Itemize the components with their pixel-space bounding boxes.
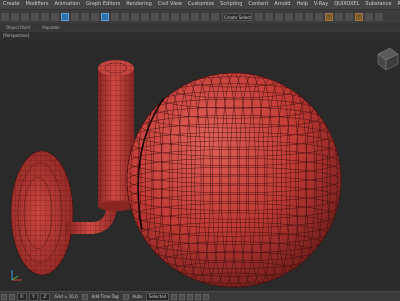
viewport-label[interactable]: [Perspective] [3, 33, 29, 38]
align-icon[interactable] [265, 12, 273, 21]
pivot-center-icon[interactable] [151, 12, 159, 21]
selection-filter-icon[interactable] [51, 12, 59, 21]
x-coordinate-field[interactable]: X: [17, 292, 28, 301]
scale-icon[interactable] [121, 12, 129, 21]
named-selection-dropdown[interactable]: Create Selection Se [222, 12, 252, 21]
menu-item-animation[interactable]: Animation [51, 0, 83, 9]
manipulate-icon[interactable] [161, 12, 169, 21]
menu-item-v-ray[interactable]: V-Ray [311, 0, 331, 9]
menu-item-content[interactable]: Content [245, 0, 271, 9]
lock-selection-icon[interactable] [1, 293, 7, 300]
auto-key-icon[interactable] [122, 293, 129, 300]
menu-item-graph-editors[interactable]: Graph Editors [83, 0, 123, 9]
tab-populate[interactable]: Populate [36, 25, 65, 30]
auto-key-label[interactable]: Auto [133, 294, 142, 299]
undo-icon[interactable] [1, 12, 9, 21]
menu-item-customize[interactable]: Customize [185, 0, 217, 9]
add-time-tag-icon[interactable] [81, 293, 88, 300]
menu-item-create[interactable]: Create [0, 0, 23, 9]
menu-item-retopology[interactable]: Retopology [395, 0, 400, 9]
ribbon-icon[interactable] [295, 12, 303, 21]
render-production-icon[interactable] [355, 12, 363, 21]
wall-plate-mesh[interactable] [10, 150, 74, 276]
menu-item-substance[interactable]: Substance [362, 0, 394, 9]
ribbon-subtabs: Object Paint Populate [0, 23, 400, 31]
schematic-view-icon[interactable] [315, 12, 323, 21]
selected-dropdown[interactable]: Selected [145, 292, 170, 301]
add-time-tag-label[interactable]: Add Time Tag [92, 294, 119, 299]
rendered-frame-icon[interactable] [345, 12, 353, 21]
play-icon[interactable] [171, 293, 178, 300]
toggle-scene-explorer-icon[interactable] [275, 12, 283, 21]
unlink-icon[interactable] [31, 12, 39, 21]
next-frame-icon[interactable] [179, 293, 186, 300]
absolute-mode-icon[interactable] [9, 293, 15, 300]
select-icon[interactable] [61, 12, 69, 21]
window-crossing-icon[interactable] [91, 12, 99, 21]
menu-item-quixoxel[interactable]: QUIXOXEL [331, 0, 362, 9]
material-editor-icon[interactable] [325, 12, 333, 21]
spinner-snap-icon[interactable] [211, 12, 219, 21]
vray-icon[interactable] [375, 12, 383, 21]
grid-readout: Grid = 10.0 [54, 294, 78, 299]
keyboard-shortcut-icon[interactable] [171, 12, 179, 21]
menu-item-rendering[interactable]: Rendering [123, 0, 155, 9]
zoom-extents-icon[interactable] [187, 293, 194, 300]
main-toolbar: Create Selection Se [0, 10, 400, 23]
menu-item-scripting[interactable]: Scripting [217, 0, 245, 9]
viewcube-icon[interactable] [377, 47, 399, 71]
menu-item-civil-view[interactable]: Civil View [155, 0, 185, 9]
menu-item-modifiers[interactable]: Modifiers [23, 0, 52, 9]
render-setup-icon[interactable] [335, 12, 343, 21]
menu-item-help[interactable]: Help [293, 0, 310, 9]
snap-3d-icon[interactable] [181, 12, 189, 21]
reference-coord-icon[interactable] [141, 12, 149, 21]
bind-spacewarp-icon[interactable] [41, 12, 49, 21]
z-coordinate-field[interactable]: Z: [40, 292, 51, 301]
axis-tripod-icon [11, 270, 22, 281]
viewport-canvas[interactable] [0, 40, 400, 291]
lamp-sphere-mesh[interactable] [126, 72, 342, 288]
rotate-icon[interactable] [111, 12, 119, 21]
placement-icon[interactable] [131, 12, 139, 21]
link-icon[interactable] [21, 12, 29, 21]
mirror-icon[interactable] [255, 12, 263, 21]
rectangle-select-icon[interactable] [81, 12, 89, 21]
redo-icon[interactable] [11, 12, 19, 21]
angle-snap-icon[interactable] [191, 12, 199, 21]
curve-editor-icon[interactable] [305, 12, 313, 21]
move-icon[interactable] [101, 12, 109, 21]
tab-object-paint[interactable]: Object Paint [0, 25, 36, 30]
viewport-perspective[interactable] [0, 40, 400, 291]
render-iterative-icon[interactable] [365, 12, 373, 21]
menu-item-arnold[interactable]: Arnold [271, 0, 293, 9]
pan-icon[interactable] [203, 293, 210, 300]
select-by-name-icon[interactable] [71, 12, 79, 21]
percent-snap-icon[interactable] [201, 12, 209, 21]
orbit-icon[interactable] [195, 293, 202, 300]
menu-bar: Create Modifiers Animation Graph Editors Ren… [0, 0, 400, 10]
toggle-layer-explorer-icon[interactable] [285, 12, 293, 21]
y-coordinate-field[interactable]: Y: [29, 292, 39, 301]
